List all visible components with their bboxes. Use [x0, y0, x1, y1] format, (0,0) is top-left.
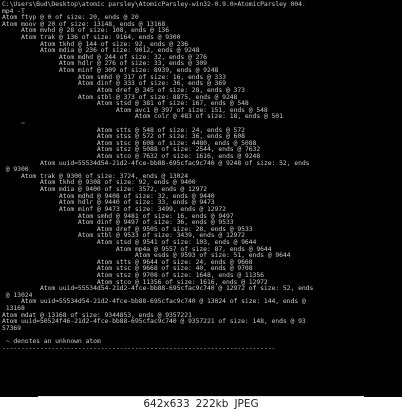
- console-line: Atom mvhd @ 28 of size: 108, ends @ 136: [2, 27, 170, 35]
- console-output: C:\Users\Bud\Desktop\atomic parsley\Atom…: [2, 1, 402, 397]
- screenshot-frame: C:\Users\Bud\Desktop\atomic parsley\Atom…: [0, 0, 402, 411]
- console-line: Atom stsc @ 9668 of size: 40, ends @ 970…: [2, 265, 253, 272]
- console-line: Atom colr @ 483 of size: 18, ends @ 501: [2, 113, 283, 120]
- console-line: Atom tkhd @ 9308 of size: 92, ends @ 940…: [2, 179, 196, 187]
- console-line: Atom stbl @ 373 of size: 8875, ends @ 92…: [2, 93, 238, 101]
- image-dimensions: 642x633: [143, 398, 190, 410]
- console-line: Atom avc1 @ 397 of size: 151, ends @ 548: [2, 106, 268, 114]
- console-line: Atom hdlr @ 9440 of size: 33, ends @ 947…: [2, 199, 215, 206]
- console-line: Atom dinf @ 9497 of size: 36, ends @ 953…: [2, 219, 234, 226]
- console-window: C:\Users\Bud\Desktop\atomic parsley\Atom…: [0, 0, 402, 397]
- console-line: 57369: [2, 324, 21, 332]
- console-line: Atom dref @ 9505 of size: 28, ends @ 953…: [2, 225, 253, 233]
- console-line: Atom tkhd @ 144 of size: 92, ends @ 236: [2, 40, 188, 48]
- console-line: Atom uuid=55534d54-21d2-4fce-bb88-695cfa…: [2, 159, 310, 167]
- console-line: Atom stts @ 9644 of size: 24, ends @ 966…: [2, 258, 253, 266]
- console-line: ----------------------------------------…: [2, 344, 276, 352]
- console-line: ~: [2, 119, 25, 127]
- console-line: 13168: [2, 305, 25, 312]
- console-line: Atom minf @ 9473 of size: 3499, ends @ 1…: [2, 205, 226, 213]
- console-line: Atom ftyp @ 0 of size: 20, ends @ 20: [2, 14, 139, 21]
- console-line: Atom uuid=55534d54-21d2-4fce-bb88-695cfa…: [2, 298, 306, 306]
- console-line: Atom stsz @ 5088 of size: 2544, ends @ 7…: [2, 146, 261, 154]
- console-line: mp4 -T: [2, 7, 25, 15]
- console-line: @ 13024: [2, 291, 33, 299]
- console-line: Atom trak @ 9300 of size: 3724, ends @ 1…: [2, 172, 188, 180]
- console-line: @ 9300: [2, 166, 29, 173]
- console-line: Atom smhd @ 317 of size: 16, ends @ 333: [2, 73, 226, 81]
- console-line: C:\Users\Bud\Desktop\atomic parsley\Atom…: [2, 1, 306, 8]
- console-line: Atom moov @ 20 of size: 13148, ends @ 13…: [2, 20, 166, 28]
- console-line: Atom mdhd @ 9408 of size: 32, ends @ 944…: [2, 192, 215, 200]
- console-line: Atom trak @ 136 of size: 9164, ends @ 93…: [2, 34, 181, 41]
- image-caption: 642x633 222kb JPEG: [0, 397, 402, 411]
- console-line: ~ denotes an unknown atom: [2, 338, 101, 345]
- console-line: Atom stco @ 7632 of size: 1616, ends @ 9…: [2, 153, 261, 160]
- console-line: Atom uuid=55534d54-21d2-4fce-bb88-695cfa…: [2, 285, 314, 292]
- console-line: Atom stco @ 11356 of size: 1616, ends @ …: [2, 278, 268, 286]
- console-line: Atom mdat @ 13168 of size: 9344853, ends…: [2, 311, 192, 319]
- console-line: Atom stsd @ 9541 of size: 103, ends @ 96…: [2, 238, 257, 246]
- console-line: Atom stsd @ 381 of size: 167, ends @ 548: [2, 100, 249, 107]
- console-line: Atom mdia @ 9400 of size: 3572, ends @ 1…: [2, 186, 207, 193]
- console-line: Atom mp4a @ 9557 of size: 87, ends @ 964…: [2, 245, 272, 253]
- console-line: Atom stsc @ 608 of size: 4480, ends @ 50…: [2, 139, 257, 147]
- console-line: Atom dref @ 345 of size: 28, ends @ 373: [2, 86, 245, 94]
- console-line: Atom esds @ 9593 of size: 51, ends @ 964…: [2, 252, 291, 259]
- console-line: Atom minf @ 309 of size: 8939, ends @ 92…: [2, 67, 219, 74]
- console-line: Atom smhd @ 9481 of size: 16, ends @ 949…: [2, 212, 234, 220]
- console-line: Atom stts @ 548 of size: 24, ends @ 572: [2, 126, 245, 134]
- image-format: JPEG: [234, 398, 259, 410]
- console-line: Atom stbl @ 9533 of size: 3439, ends @ 1…: [2, 232, 245, 239]
- console-line: Atom dinf @ 333 of size: 36, ends @ 369: [2, 80, 226, 87]
- image-filesize: 222kb: [195, 398, 229, 410]
- console-line: Atom stss @ 572 of size: 36, ends @ 608: [2, 133, 245, 140]
- console-line: Atom hdlr @ 276 of size: 33, ends @ 309: [2, 60, 207, 68]
- console-line: Atom uuid=50524f46-21d2-4fce-bb88-695cfa…: [2, 318, 306, 325]
- console-line: Atom mdia @ 236 of size: 9012, ends @ 92…: [2, 47, 200, 54]
- console-line: Atom mdhd @ 244 of size: 32, ends @ 276: [2, 53, 207, 61]
- console-line: Atom stsz @ 9708 of size: 1648, ends @ 1…: [2, 271, 264, 279]
